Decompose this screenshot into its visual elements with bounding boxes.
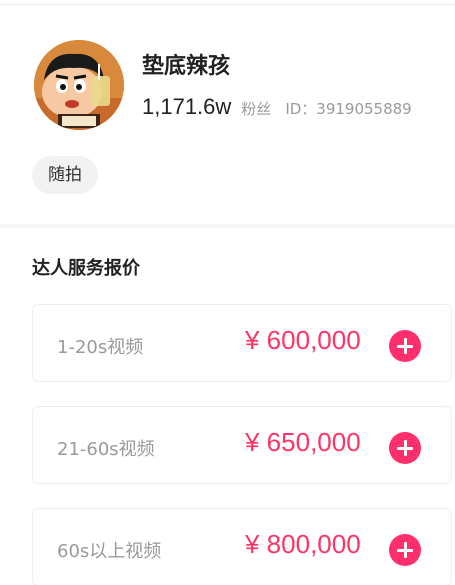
add-icon[interactable] — [389, 534, 421, 566]
cartoon-boy-avatar-icon — [34, 40, 124, 130]
user-id: ID：3919055889 — [285, 100, 412, 118]
price-card-label: 21-60s视频 — [57, 439, 155, 460]
add-icon[interactable] — [389, 330, 421, 362]
avatar[interactable] — [34, 40, 124, 130]
tag-chip[interactable]: 随拍 — [32, 156, 98, 194]
price-value: ¥ 800,000 — [245, 529, 361, 559]
price-card-label: 60s以上视频 — [57, 541, 162, 562]
price-card: 1-20s视频 ¥ 600,000 — [32, 304, 452, 382]
price-card: 60s以上视频 ¥ 800,000 — [32, 508, 452, 585]
profile-stats: 1,171.6w 粉丝 ID：3919055889 — [142, 94, 412, 120]
section-title: 达人服务报价 — [32, 258, 140, 279]
followers-count: 1,171.6w — [142, 94, 232, 119]
price-card: 21-60s视频 ¥ 650,000 — [32, 406, 452, 484]
profile-header: 垫底辣孩 1,171.6w 粉丝 ID：3919055889 — [34, 40, 444, 130]
price-value: ¥ 600,000 — [245, 325, 361, 355]
price-value: ¥ 650,000 — [245, 427, 361, 457]
price-card-label: 1-20s视频 — [57, 337, 144, 358]
add-icon[interactable] — [389, 432, 421, 464]
section-divider — [0, 224, 455, 228]
top-divider — [0, 4, 455, 5]
profile-name: 垫底辣孩 — [142, 54, 231, 79]
followers-label: 粉丝 — [241, 100, 272, 118]
